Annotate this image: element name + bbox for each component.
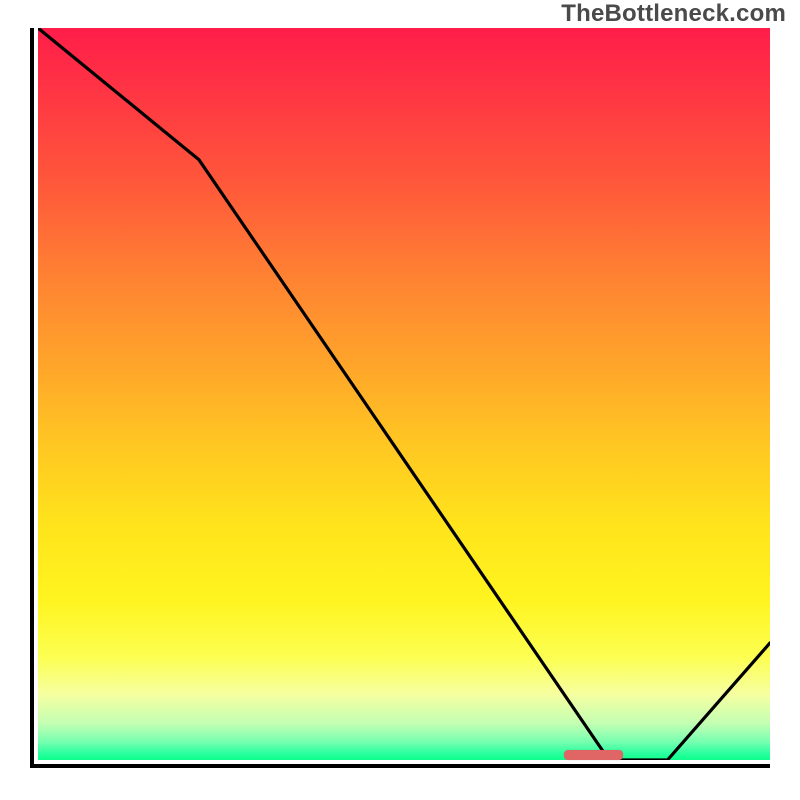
line-series: [38, 28, 770, 760]
plot-area: [30, 28, 770, 768]
optimal-range-marker: [564, 750, 623, 760]
watermark-text: TheBottleneck.com: [561, 0, 786, 28]
chart-container: TheBottleneck.com: [0, 0, 800, 800]
